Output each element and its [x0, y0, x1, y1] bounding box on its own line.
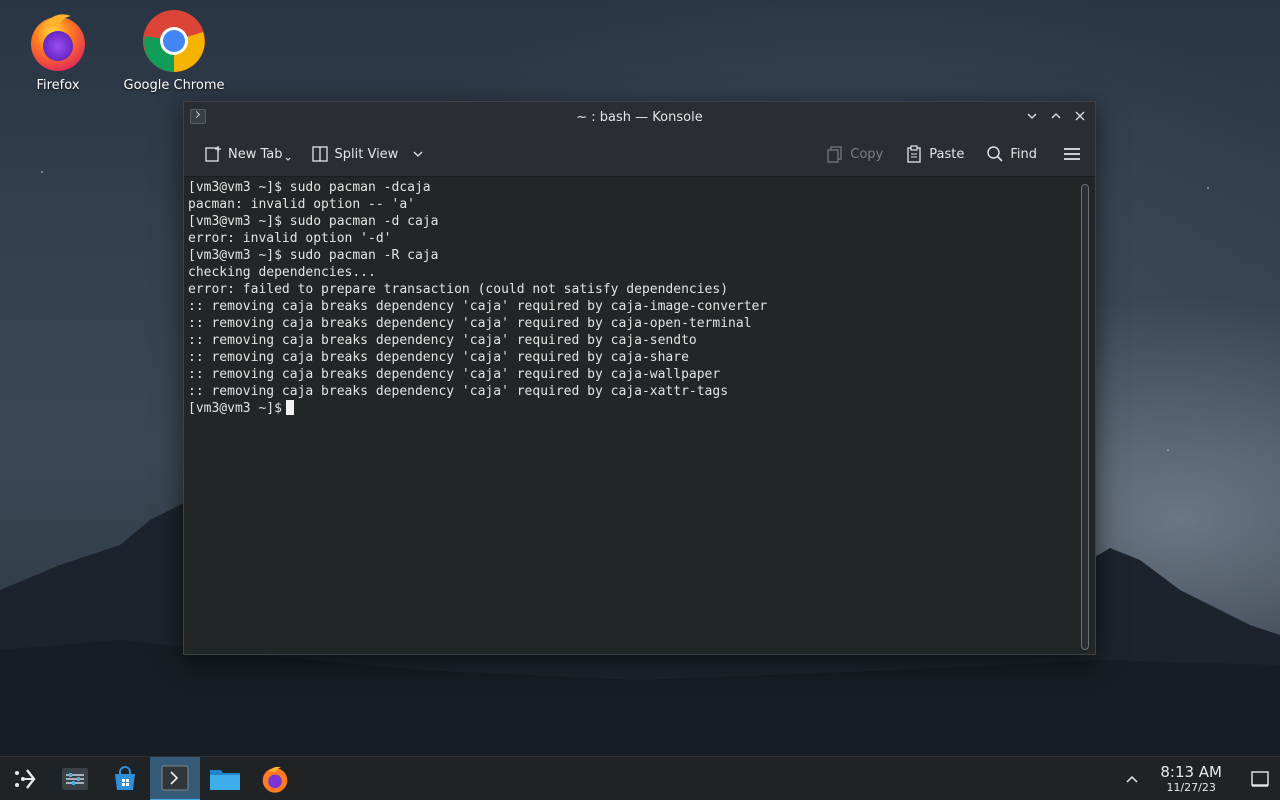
paste-label: Paste: [929, 146, 965, 162]
terminal-line: :: removing caja breaks dependency 'caja…: [188, 333, 697, 348]
paste-icon: [905, 145, 923, 163]
system-tray: 8:13 AM 11/27/23: [1114, 757, 1280, 800]
tray-expand-button[interactable]: [1114, 757, 1150, 800]
new-tab-button[interactable]: New Tab: [200, 139, 295, 169]
desktop-icon-google-chrome[interactable]: Google Chrome: [119, 8, 229, 93]
terminal-cursor: [285, 400, 294, 415]
split-view-label: Split View: [334, 146, 399, 162]
taskbar-dolphin[interactable]: [200, 757, 250, 800]
search-icon: [986, 145, 1004, 163]
chrome-icon: [141, 8, 207, 74]
new-tab-icon: [204, 145, 222, 163]
show-desktop-icon: [1251, 771, 1269, 787]
application-launcher-icon: [15, 768, 36, 789]
clock-date: 11/27/23: [1166, 781, 1216, 794]
terminal-line: :: removing caja breaks dependency 'caja…: [188, 384, 729, 399]
new-tab-label: New Tab: [228, 146, 283, 162]
system-settings-icon: [62, 767, 88, 790]
terminal-scrollbar[interactable]: [1081, 184, 1089, 650]
digital-clock[interactable]: 8:13 AM 11/27/23: [1160, 763, 1222, 795]
terminal-line: [vm3@vm3 ~]$ sudo pacman -dcaja: [188, 180, 431, 195]
terminal-line: :: removing caja breaks dependency 'caja…: [188, 350, 689, 365]
dropdown-indicator-icon: [285, 157, 290, 161]
dolphin-files-icon: [210, 769, 240, 790]
window-title: ~ : bash — Konsole: [576, 109, 703, 125]
firefox-icon: [262, 766, 288, 793]
minimize-button[interactable]: [1023, 107, 1041, 125]
firefox-icon: [25, 8, 91, 74]
terminal-line: :: removing caja breaks dependency 'caja…: [188, 316, 752, 331]
terminal-line: pacman: invalid option -- 'a': [188, 197, 415, 212]
close-icon: [1075, 111, 1085, 121]
terminal-line: [vm3@vm3 ~]$ sudo pacman -d caja: [188, 214, 439, 229]
terminal-line: error: invalid option '-d': [188, 231, 392, 246]
copy-icon: [826, 145, 844, 163]
konsole-app-icon[interactable]: [190, 109, 206, 124]
konsole-icon: [161, 765, 189, 790]
terminal-output: [vm3@vm3 ~]$ sudo pacman -dcaja pacman: …: [188, 178, 1095, 417]
taskbar-discover[interactable]: [100, 757, 150, 800]
desktop-icon-firefox[interactable]: Firefox: [3, 8, 113, 93]
find-label: Find: [1010, 146, 1037, 162]
desktop-icon-label: Google Chrome: [123, 78, 225, 93]
close-button[interactable]: [1071, 107, 1089, 125]
terminal-line: [vm3@vm3 ~]$ sudo pacman -R caja: [188, 248, 439, 263]
terminal-line: error: failed to prepare transaction (co…: [188, 282, 729, 297]
taskbar-system-settings[interactable]: [50, 757, 100, 800]
clock-time: 8:13 AM: [1160, 763, 1222, 781]
hamburger-menu-icon: [1064, 148, 1080, 160]
terminal-prompt: [vm3@vm3 ~]$: [188, 401, 282, 416]
terminal-prompt-line: [vm3@vm3 ~]$: [188, 400, 1095, 417]
discover-store-icon: [115, 765, 135, 790]
find-button[interactable]: Find: [982, 139, 1041, 169]
split-view-icon: [311, 145, 329, 163]
taskbar-konsole[interactable]: [150, 756, 200, 800]
chevron-down-icon: [1027, 113, 1037, 119]
show-desktop-button[interactable]: [1240, 757, 1280, 800]
taskbar: 8:13 AM 11/27/23: [0, 756, 1280, 800]
desktop-icon-label: Firefox: [36, 78, 80, 93]
maximize-button[interactable]: [1047, 107, 1065, 125]
taskbar-firefox[interactable]: [250, 757, 300, 800]
copy-button[interactable]: Copy: [822, 139, 887, 169]
copy-label: Copy: [850, 146, 884, 162]
chevron-down-icon: [413, 151, 423, 157]
chevron-up-icon: [1126, 775, 1138, 783]
hamburger-menu-button[interactable]: [1059, 139, 1085, 169]
terminal-line: :: removing caja breaks dependency 'caja…: [188, 299, 768, 314]
terminal-line: :: removing caja breaks dependency 'caja…: [188, 367, 721, 382]
chevron-up-icon: [1051, 113, 1061, 119]
split-view-button[interactable]: Split View: [307, 139, 429, 169]
application-launcher-button[interactable]: [0, 757, 50, 800]
window-titlebar[interactable]: ~ : bash — Konsole: [184, 102, 1095, 132]
konsole-window: ~ : bash — Konsole New Tab Split View Co…: [183, 101, 1096, 655]
terminal-view[interactable]: [vm3@vm3 ~]$ sudo pacman -dcaja pacman: …: [184, 178, 1095, 654]
paste-button[interactable]: Paste: [901, 139, 968, 169]
terminal-line: checking dependencies...: [188, 265, 376, 280]
window-toolbar: New Tab Split View Copy Paste Find: [184, 132, 1095, 177]
